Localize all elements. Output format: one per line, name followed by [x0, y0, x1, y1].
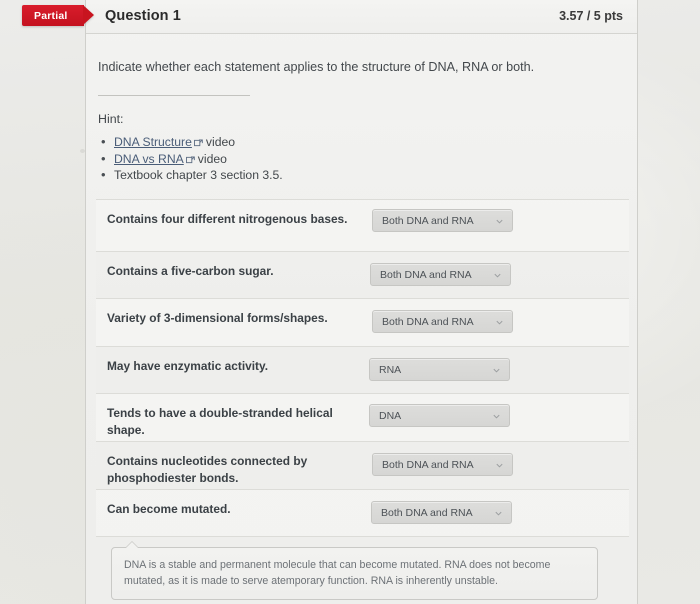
chevron-down-icon	[492, 366, 501, 375]
chevron-down-icon	[494, 509, 503, 518]
hint-label: Hint:	[98, 112, 124, 126]
hint-item-suffix: video	[197, 151, 227, 166]
external-link-icon	[185, 156, 195, 164]
answer-select-2[interactable]: Both DNA and RNA	[372, 310, 513, 333]
answer-select-value: Both DNA and RNA	[380, 269, 472, 281]
table-row: May have enzymatic activity. RNA	[96, 346, 629, 393]
hint-item-textbook: Textbook chapter 3 section 3.5.	[98, 166, 283, 184]
instructor-comment: DNA is a stable and permanent molecule t…	[111, 540, 598, 601]
answer-select-3[interactable]: RNA	[369, 358, 510, 381]
answer-select-1[interactable]: Both DNA and RNA	[370, 263, 511, 286]
answer-select-5[interactable]: Both DNA and RNA	[372, 453, 513, 476]
statement-text: Contains nucleotides connected by phosph…	[107, 454, 308, 485]
question-card: Question 1 3.57 / 5 pts Indicate whether…	[85, 0, 638, 604]
statement-text: Contains a five-carbon sugar.	[107, 264, 274, 278]
answer-select-value: Both DNA and RNA	[382, 215, 474, 227]
hint-item-suffix: Textbook chapter 3 section 3.5.	[114, 168, 283, 183]
answer-select-value: RNA	[379, 364, 402, 376]
hint-item-dna-structure: DNA Structure video	[98, 133, 283, 151]
chevron-down-icon	[492, 412, 501, 421]
answer-rows: Contains four different nitrogenous base…	[96, 199, 629, 537]
answer-select-4[interactable]: DNA	[369, 404, 510, 427]
answer-select-0[interactable]: Both DNA and RNA	[372, 209, 513, 232]
chevron-down-icon	[495, 461, 504, 470]
chevron-down-icon	[493, 271, 502, 280]
chevron-down-icon	[495, 318, 504, 327]
answer-select-value: Both DNA and RNA	[382, 459, 474, 471]
question-header: Question 1 3.57 / 5 pts	[86, 0, 637, 34]
link-dna-structure[interactable]: DNA Structure	[114, 135, 192, 149]
answer-select-6[interactable]: Both DNA and RNA	[371, 501, 512, 524]
table-row: Contains nucleotides connected by phosph…	[96, 441, 629, 489]
answer-select-value: Both DNA and RNA	[381, 507, 473, 519]
hint-item-dna-vs-rna: DNA vs RNA video	[98, 150, 283, 168]
answer-select-value: DNA	[379, 410, 402, 422]
hint-item-suffix: video	[205, 135, 236, 149]
page-title: Question 1	[105, 8, 181, 24]
table-row: Tends to have a double-stranded helical …	[96, 393, 629, 441]
table-row: Can become mutated. Both DNA and RNA	[96, 489, 629, 537]
chevron-down-icon	[495, 217, 504, 226]
table-row: Variety of 3-dimensional forms/shapes. B…	[96, 298, 629, 346]
statement-text: Variety of 3-dimensional forms/shapes.	[107, 311, 328, 325]
statement-text: May have enzymatic activity.	[107, 359, 269, 373]
statement-text: Tends to have a double-stranded helical …	[107, 406, 333, 437]
table-row: Contains a five-carbon sugar. Both DNA a…	[96, 251, 629, 298]
external-link-icon	[193, 139, 203, 147]
statement-text: Contains four different nitrogenous base…	[107, 212, 348, 226]
status-badge: Partial	[22, 5, 93, 26]
table-row: Contains four different nitrogenous base…	[96, 199, 629, 251]
score-display: 3.57 / 5 pts	[559, 9, 623, 23]
page-background: Question 1 3.57 / 5 pts Indicate whether…	[0, 0, 700, 604]
link-dna-vs-rna[interactable]: DNA vs RNA	[114, 152, 184, 166]
answer-select-value: Both DNA and RNA	[382, 316, 474, 328]
status-badge-label: Partial	[22, 5, 93, 26]
statement-text: Can become mutated.	[107, 502, 231, 516]
hint-list: DNA Structure video DNA vs RNA video Textb…	[98, 133, 283, 184]
question-prompt: Indicate whether each statement applies …	[98, 60, 535, 74]
prompt-divider	[98, 95, 250, 96]
